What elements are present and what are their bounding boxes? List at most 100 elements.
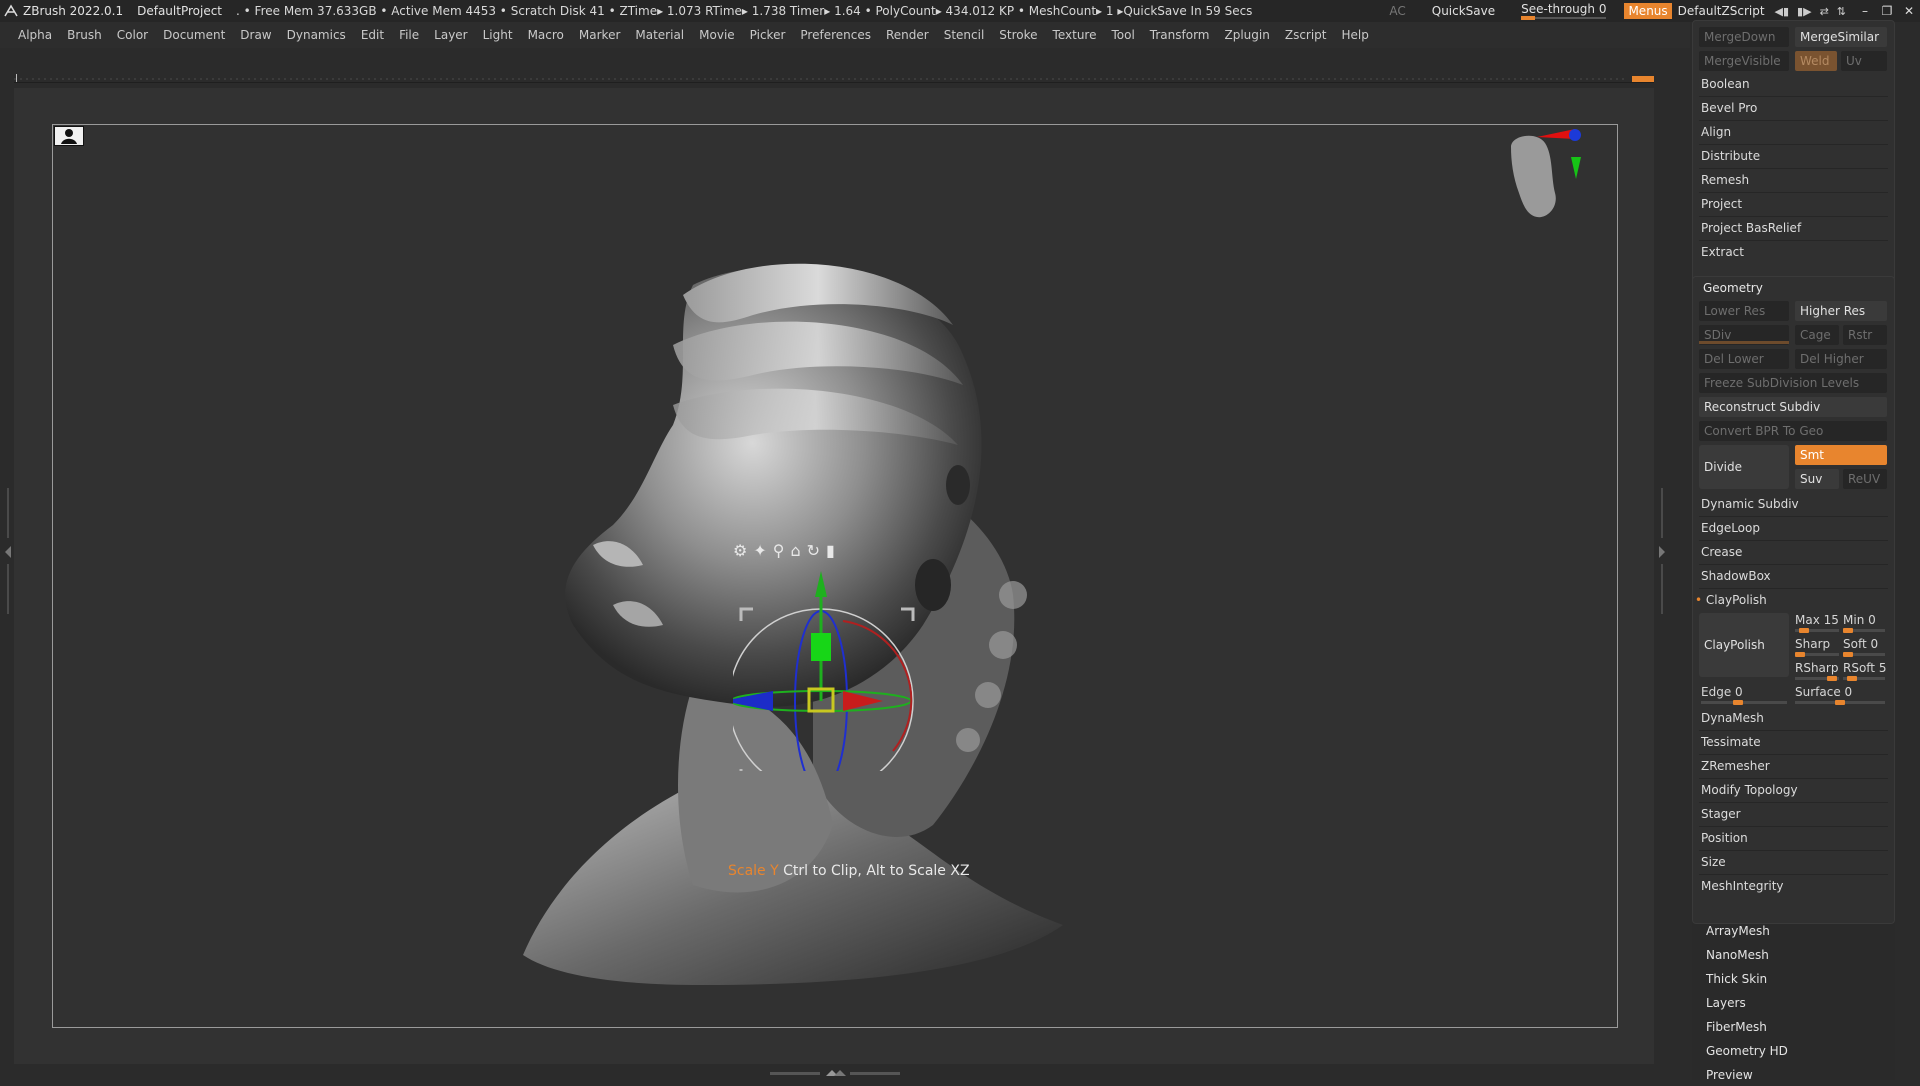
layout-swap-icon[interactable]: ⇄ bbox=[1820, 5, 1829, 18]
uv-toggle[interactable]: Uv bbox=[1841, 51, 1887, 71]
geometry-hd-section[interactable]: Geometry HD bbox=[1706, 1040, 1788, 1062]
menu-movie[interactable]: Movie bbox=[699, 28, 735, 42]
smt-toggle[interactable]: Smt bbox=[1795, 445, 1887, 465]
viewport-canvas[interactable]: ⚙ ✦ ⚲ ⌂ ↻ ▮ bbox=[52, 124, 1618, 1028]
menu-macro[interactable]: Macro bbox=[528, 28, 564, 42]
right-tray-handle[interactable] bbox=[1658, 488, 1666, 618]
arraymesh-section[interactable]: ArrayMesh bbox=[1706, 920, 1770, 942]
menu-zscript[interactable]: Zscript bbox=[1285, 28, 1327, 42]
position-section[interactable]: Position bbox=[1701, 827, 1748, 849]
scroll-right-icon[interactable]: ▮▶ bbox=[1797, 5, 1812, 18]
menu-zplugin[interactable]: Zplugin bbox=[1225, 28, 1270, 42]
menu-marker[interactable]: Marker bbox=[579, 28, 620, 42]
soft-slider[interactable]: Soft 0 bbox=[1843, 637, 1887, 657]
sdiv-slider[interactable]: SDiv bbox=[1699, 325, 1789, 345]
claypolish-button[interactable]: ClayPolish bbox=[1699, 613, 1789, 677]
align-section[interactable]: Align bbox=[1701, 121, 1731, 143]
nanomesh-section[interactable]: NanoMesh bbox=[1706, 944, 1769, 966]
surface-slider[interactable]: Surface 0 bbox=[1795, 685, 1887, 705]
menu-stroke[interactable]: Stroke bbox=[999, 28, 1037, 42]
rsharp-slider[interactable]: RSharp bbox=[1795, 661, 1841, 681]
menu-preferences[interactable]: Preferences bbox=[800, 28, 871, 42]
geometry-title[interactable]: Geometry bbox=[1703, 277, 1763, 299]
reconstruct-subdiv-button[interactable]: Reconstruct Subdiv bbox=[1699, 397, 1887, 417]
crease-section[interactable]: Crease bbox=[1701, 541, 1742, 563]
left-tray-handle[interactable] bbox=[4, 488, 12, 618]
tessimate-section[interactable]: Tessimate bbox=[1701, 731, 1761, 753]
menu-brush[interactable]: Brush bbox=[67, 28, 102, 42]
mergesimilar-button[interactable]: MergeSimilar bbox=[1795, 27, 1887, 47]
mergedown-button[interactable]: MergeDown bbox=[1699, 27, 1789, 47]
menu-stencil[interactable]: Stencil bbox=[944, 28, 985, 42]
menus-toggle[interactable]: Menus bbox=[1624, 3, 1672, 19]
divide-button[interactable]: Divide bbox=[1699, 445, 1789, 489]
weld-toggle[interactable]: Weld bbox=[1795, 51, 1837, 71]
project-section[interactable]: Project bbox=[1701, 193, 1742, 215]
head-orientation-icon[interactable] bbox=[1497, 127, 1587, 237]
see-through-slider[interactable]: See-through 0 bbox=[1521, 2, 1607, 20]
convert-bpr-button[interactable]: Convert BPR To Geo bbox=[1699, 421, 1887, 441]
menu-tool[interactable]: Tool bbox=[1111, 28, 1134, 42]
freeze-subdiv-button[interactable]: Freeze SubDivision Levels bbox=[1699, 373, 1887, 393]
boolean-section[interactable]: Boolean bbox=[1701, 73, 1750, 95]
extract-section[interactable]: Extract bbox=[1701, 241, 1744, 263]
perspective-icon[interactable] bbox=[54, 126, 84, 146]
size-section[interactable]: Size bbox=[1701, 851, 1726, 873]
claypolish-section[interactable]: • ClayPolish bbox=[1695, 589, 1767, 611]
rstr-button[interactable]: Rstr bbox=[1843, 325, 1887, 345]
fibermesh-section[interactable]: FiberMesh bbox=[1706, 1016, 1767, 1038]
distribute-section[interactable]: Distribute bbox=[1701, 145, 1760, 167]
layers-section[interactable]: Layers bbox=[1706, 992, 1746, 1014]
menu-draw[interactable]: Draw bbox=[240, 28, 271, 42]
menu-texture[interactable]: Texture bbox=[1053, 28, 1097, 42]
menu-picker[interactable]: Picker bbox=[750, 28, 786, 42]
menu-material[interactable]: Material bbox=[635, 28, 684, 42]
lower-res-button[interactable]: Lower Res bbox=[1699, 301, 1789, 321]
shadowbox-section[interactable]: ShadowBox bbox=[1701, 565, 1771, 587]
max-slider[interactable]: Max 15 bbox=[1795, 613, 1841, 633]
modify-topology-section[interactable]: Modify Topology bbox=[1701, 779, 1798, 801]
project-name[interactable]: DefaultProject bbox=[137, 4, 222, 18]
sharp-slider[interactable]: Sharp bbox=[1795, 637, 1841, 657]
layout-cycle-icon[interactable]: ⇅ bbox=[1837, 5, 1846, 18]
dynamesh-section[interactable]: DynaMesh bbox=[1701, 707, 1764, 729]
transform-gizmo[interactable]: ⚙ ✦ ⚲ ⌂ ↻ ▮ bbox=[733, 541, 933, 771]
bevel-pro-section[interactable]: Bevel Pro bbox=[1701, 97, 1757, 119]
menu-dynamics[interactable]: Dynamics bbox=[287, 28, 346, 42]
mergevisible-button[interactable]: MergeVisible bbox=[1699, 51, 1789, 71]
zbrush-logo-icon[interactable] bbox=[4, 4, 18, 18]
menu-document[interactable]: Document bbox=[163, 28, 225, 42]
menu-edit[interactable]: Edit bbox=[361, 28, 384, 42]
reuv-toggle[interactable]: ReUV bbox=[1843, 469, 1887, 489]
edge-slider[interactable]: Edge 0 bbox=[1701, 685, 1789, 705]
rsoft-slider[interactable]: RSoft 5 bbox=[1843, 661, 1887, 681]
suv-toggle[interactable]: Suv bbox=[1795, 469, 1839, 489]
thick-skin-section[interactable]: Thick Skin bbox=[1706, 968, 1767, 990]
menu-color[interactable]: Color bbox=[117, 28, 148, 42]
higher-res-button[interactable]: Higher Res bbox=[1795, 301, 1887, 321]
min-slider[interactable]: Min 0 bbox=[1843, 613, 1887, 633]
del-higher-button[interactable]: Del Higher bbox=[1795, 349, 1887, 369]
menu-render[interactable]: Render bbox=[886, 28, 929, 42]
minimize-icon[interactable]: – bbox=[1854, 4, 1876, 18]
remesh-section[interactable]: Remesh bbox=[1701, 169, 1749, 191]
bottom-tray-handle[interactable] bbox=[770, 1069, 900, 1077]
menu-file[interactable]: File bbox=[399, 28, 419, 42]
preview-section[interactable]: Preview bbox=[1706, 1064, 1753, 1086]
quicksave-button[interactable]: QuickSave bbox=[1432, 4, 1495, 18]
scroll-left-icon[interactable]: ◀▮ bbox=[1775, 5, 1790, 18]
menu-alpha[interactable]: Alpha bbox=[18, 28, 52, 42]
del-lower-button[interactable]: Del Lower bbox=[1699, 349, 1789, 369]
meshintegrity-section[interactable]: MeshIntegrity bbox=[1701, 875, 1784, 897]
stager-section[interactable]: Stager bbox=[1701, 803, 1741, 825]
zremesher-section[interactable]: ZRemesher bbox=[1701, 755, 1770, 777]
menu-layer[interactable]: Layer bbox=[434, 28, 467, 42]
dynamic-subdiv-section[interactable]: Dynamic Subdiv bbox=[1701, 493, 1799, 515]
cage-button[interactable]: Cage bbox=[1795, 325, 1839, 345]
restore-icon[interactable]: ❐ bbox=[1876, 4, 1898, 18]
menu-light[interactable]: Light bbox=[483, 28, 513, 42]
ac-toggle[interactable]: AC bbox=[1389, 4, 1405, 18]
default-zscript-button[interactable]: DefaultZScript bbox=[1678, 4, 1765, 18]
project-basrelief-section[interactable]: Project BasRelief bbox=[1701, 217, 1801, 239]
menu-transform[interactable]: Transform bbox=[1150, 28, 1210, 42]
